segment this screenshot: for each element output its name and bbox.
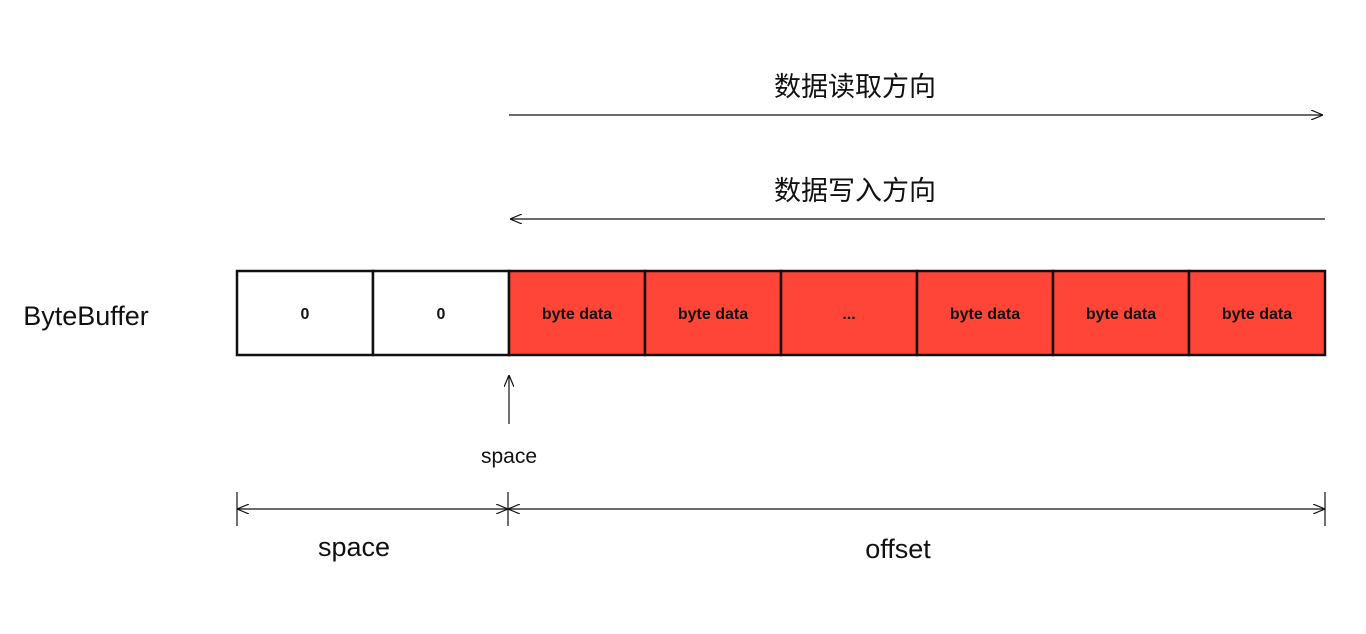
buffer-cell: 0 <box>235 269 375 357</box>
buffer-cell: byte data <box>915 269 1055 357</box>
buffer-name-label: ByteBuffer <box>23 301 149 331</box>
space-span-label: space <box>318 532 390 562</box>
offset-span-label: offset <box>865 534 931 564</box>
bytebuffer-diagram: 数据读取方向 数据写入方向 ByteBuffer 0 0 byte data byte… <box>23 72 1327 564</box>
buffer-cell-text: byte data <box>950 306 1020 323</box>
buffer-cell-text: byte data <box>1086 306 1156 323</box>
buffer-cell-text: ... <box>842 306 855 323</box>
buffer-cell: byte data <box>507 269 647 357</box>
buffer-cell: 0 <box>371 269 511 357</box>
buffer-cell: ... <box>779 269 919 357</box>
buffer-cell: byte data <box>643 269 783 357</box>
write-direction-label: 数据写入方向 <box>774 176 936 207</box>
read-direction-label: 数据读取方向 <box>774 72 936 103</box>
buffer-cell-text: 0 <box>301 306 310 323</box>
buffer-cells: 0 0 byte data byte data... byte data byte dat… <box>235 269 1327 357</box>
buffer-cell-text: byte data <box>542 306 612 323</box>
space-pointer-label: space <box>481 445 537 468</box>
buffer-cell-text: byte data <box>678 306 748 323</box>
buffer-cell-text: 0 <box>437 306 446 323</box>
buffer-cell: byte data <box>1187 269 1327 357</box>
buffer-cell: byte data <box>1051 269 1191 357</box>
buffer-cell-text: byte data <box>1222 306 1292 323</box>
